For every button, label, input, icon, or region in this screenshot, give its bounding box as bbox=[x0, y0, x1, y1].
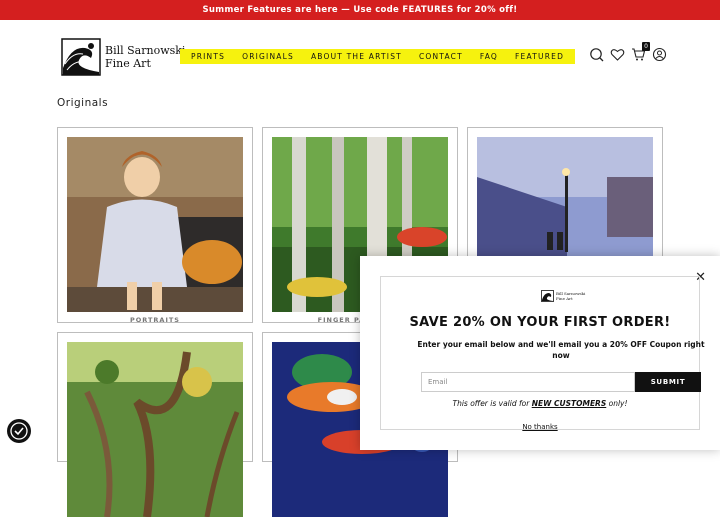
card-label: PORTRAITS bbox=[129, 316, 180, 324]
logo-tagline: Fine Art bbox=[105, 57, 151, 70]
nav-contact[interactable]: CONTACT bbox=[419, 52, 463, 61]
wave-logo-icon bbox=[61, 38, 101, 76]
artwork-image bbox=[67, 342, 243, 517]
popup-logo-tagline: Fine Art bbox=[556, 296, 573, 301]
nav-originals[interactable]: ORIGINALS bbox=[242, 52, 294, 61]
popup-title: SAVE 20% ON YOUR FIRST ORDER! bbox=[409, 315, 671, 330]
nav-faq[interactable]: FAQ bbox=[480, 52, 498, 61]
no-thanks-link[interactable]: No thanks bbox=[381, 423, 699, 431]
main-nav: PRINTS ORIGINALS ABOUT THE ARTIST CONTAC… bbox=[180, 49, 576, 64]
submit-button[interactable]: SUBMIT bbox=[635, 372, 701, 392]
newsletter-popup: ✕ Bill Sarnowski Fine Art SAVE 20% ON YO… bbox=[360, 256, 720, 450]
heart-icon[interactable] bbox=[610, 47, 625, 62]
cart-count-badge: 0 bbox=[642, 42, 650, 51]
nav-prints[interactable]: PRINTS bbox=[191, 52, 225, 61]
user-icon[interactable] bbox=[652, 47, 667, 62]
gallery-card-trees[interactable] bbox=[57, 332, 253, 517]
offer-suffix: only! bbox=[606, 399, 628, 408]
nav-featured[interactable]: FEATURED bbox=[515, 52, 564, 61]
header-icons: 0 bbox=[589, 42, 667, 62]
email-field[interactable]: Email bbox=[421, 372, 635, 392]
promo-banner: Summer Features are here — Use code FEAT… bbox=[0, 0, 720, 20]
popup-subtitle: Enter your email below and we'll email y… bbox=[417, 340, 705, 360]
search-icon[interactable] bbox=[589, 47, 604, 62]
logo-name: Bill Sarnowski bbox=[105, 44, 186, 57]
page-title: Originals bbox=[57, 97, 109, 109]
cart-icon[interactable]: 0 bbox=[631, 42, 650, 62]
offer-note: This offer is valid for NEW CUSTOMERS on… bbox=[381, 399, 699, 408]
popup-logo: Bill Sarnowski Fine Art bbox=[541, 290, 585, 302]
accessibility-icon bbox=[10, 422, 28, 440]
site-logo[interactable]: Bill Sarnowski Fine Art bbox=[61, 38, 185, 76]
gallery-card-portraits[interactable]: PORTRAITS bbox=[57, 127, 253, 324]
nav-about[interactable]: ABOUT THE ARTIST bbox=[311, 52, 402, 61]
offer-prefix: This offer is valid for bbox=[452, 399, 532, 408]
offer-emphasis: NEW CUSTOMERS bbox=[531, 399, 607, 408]
accessibility-button[interactable] bbox=[7, 419, 31, 443]
artwork-image bbox=[67, 137, 243, 312]
popup-content: Bill Sarnowski Fine Art SAVE 20% ON YOUR… bbox=[380, 276, 705, 431]
wave-logo-icon bbox=[541, 290, 554, 302]
